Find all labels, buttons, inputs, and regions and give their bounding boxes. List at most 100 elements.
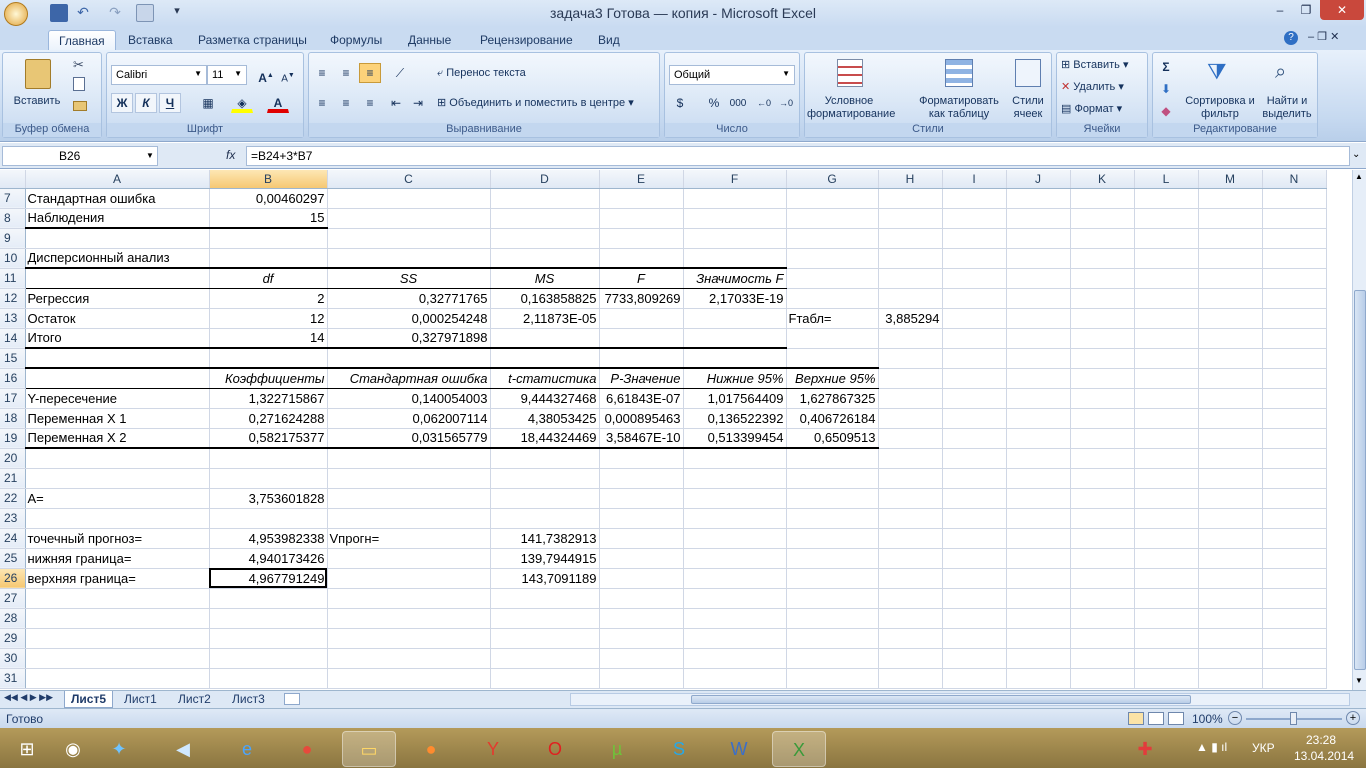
cell[interactable] bbox=[327, 248, 491, 269]
page-layout-view-icon[interactable] bbox=[1148, 712, 1164, 725]
format-cells-button[interactable]: ▤ Формат ▾ bbox=[1061, 103, 1122, 116]
sort-filter-button[interactable]: ⧩ Сортировка и фильтр bbox=[1185, 57, 1255, 123]
cell[interactable] bbox=[327, 668, 491, 689]
cell[interactable] bbox=[1134, 328, 1199, 349]
cell[interactable] bbox=[683, 528, 787, 549]
row-header[interactable]: 18 bbox=[0, 408, 26, 429]
cell[interactable] bbox=[327, 228, 491, 249]
cell[interactable] bbox=[1262, 188, 1327, 209]
cell[interactable] bbox=[683, 228, 787, 249]
function-wizard-icon[interactable]: fx bbox=[226, 148, 235, 162]
cell[interactable] bbox=[1198, 188, 1263, 209]
cell[interactable]: Стандартная ошибка bbox=[25, 188, 210, 209]
cell[interactable] bbox=[878, 628, 943, 649]
cell[interactable] bbox=[1006, 288, 1071, 309]
cell[interactable] bbox=[1262, 348, 1327, 369]
cell[interactable]: 2 bbox=[209, 288, 328, 309]
cell[interactable] bbox=[1198, 388, 1263, 409]
row-header[interactable]: 27 bbox=[0, 588, 26, 609]
cell[interactable]: 0,136522392 bbox=[683, 408, 787, 429]
row-header[interactable]: 13 bbox=[0, 308, 26, 329]
column-header[interactable]: A bbox=[25, 170, 210, 189]
cell[interactable] bbox=[1134, 548, 1199, 569]
clock-time[interactable]: 23:28 bbox=[1306, 733, 1336, 747]
cell[interactable] bbox=[1198, 488, 1263, 509]
cell[interactable] bbox=[1006, 668, 1071, 689]
cell[interactable] bbox=[942, 388, 1007, 409]
cell[interactable] bbox=[1070, 548, 1135, 569]
zoom-in-icon[interactable]: + bbox=[1346, 711, 1360, 725]
cell[interactable] bbox=[1262, 528, 1327, 549]
cell[interactable] bbox=[25, 348, 210, 369]
ribbon-minimize-icon[interactable]: ‒ ❐ ✕ bbox=[1308, 30, 1339, 43]
cell[interactable] bbox=[1134, 508, 1199, 529]
name-box[interactable]: B26 bbox=[2, 146, 158, 166]
delete-cells-button[interactable]: ✕ Удалить ▾ bbox=[1061, 81, 1124, 94]
firefox-icon[interactable]: ● bbox=[404, 731, 458, 767]
tab-page-layout[interactable]: Разметка страницы bbox=[188, 30, 317, 51]
cell[interactable] bbox=[786, 448, 879, 469]
cell[interactable]: df bbox=[209, 267, 328, 289]
cell[interactable]: 0,062007114 bbox=[327, 408, 491, 429]
cell[interactable]: 9,444327468 bbox=[490, 388, 600, 409]
column-header[interactable]: I bbox=[942, 170, 1007, 189]
cell[interactable] bbox=[1006, 228, 1071, 249]
cell[interactable] bbox=[599, 628, 684, 649]
cell[interactable] bbox=[1134, 248, 1199, 269]
cell[interactable] bbox=[599, 248, 684, 269]
cell[interactable]: Vпрогн= bbox=[327, 528, 491, 549]
cell[interactable] bbox=[1070, 408, 1135, 429]
clear-icon[interactable]: ◆ bbox=[1155, 101, 1177, 121]
cell[interactable] bbox=[1006, 528, 1071, 549]
word-icon[interactable]: W bbox=[712, 731, 766, 767]
cell[interactable] bbox=[490, 488, 600, 509]
cell[interactable]: Коэффициенты bbox=[209, 367, 328, 389]
cell[interactable] bbox=[878, 248, 943, 269]
cell[interactable] bbox=[1134, 428, 1199, 449]
cell[interactable] bbox=[1070, 488, 1135, 509]
cell[interactable] bbox=[1070, 188, 1135, 209]
cell[interactable]: Переменная X 2 bbox=[25, 428, 210, 449]
vertical-scrollbar[interactable]: ▲ ▼ bbox=[1352, 170, 1366, 690]
cell[interactable] bbox=[1070, 248, 1135, 269]
cell[interactable] bbox=[878, 348, 943, 369]
cell[interactable] bbox=[327, 188, 491, 209]
cell[interactable] bbox=[786, 268, 879, 289]
cell[interactable] bbox=[786, 468, 879, 489]
cell[interactable] bbox=[1262, 488, 1327, 509]
cell[interactable] bbox=[786, 608, 879, 629]
fill-color-icon[interactable]: ◈ bbox=[231, 93, 253, 113]
row-header[interactable]: 9 bbox=[0, 228, 26, 249]
column-header[interactable]: F bbox=[683, 170, 787, 189]
cell[interactable] bbox=[209, 468, 328, 489]
row-header[interactable]: 24 bbox=[0, 528, 26, 549]
cell[interactable] bbox=[1198, 368, 1263, 389]
cell[interactable] bbox=[942, 588, 1007, 609]
clock-date[interactable]: 13.04.2014 bbox=[1294, 749, 1354, 763]
cell[interactable] bbox=[1006, 368, 1071, 389]
merge-center-button[interactable]: ⊞ Объединить и поместить в центре ▾ bbox=[437, 97, 634, 110]
column-header[interactable]: L bbox=[1134, 170, 1199, 189]
cell[interactable]: Регрессия bbox=[25, 288, 210, 309]
page-break-view-icon[interactable] bbox=[1168, 712, 1184, 725]
normal-view-icon[interactable] bbox=[1128, 712, 1144, 725]
cell[interactable] bbox=[878, 548, 943, 569]
zoom-level[interactable]: 100% bbox=[1192, 712, 1223, 726]
cell[interactable] bbox=[1070, 288, 1135, 309]
cell[interactable] bbox=[25, 588, 210, 609]
find-select-button[interactable]: ⌕ Найти и выделить bbox=[1257, 57, 1317, 123]
cell[interactable] bbox=[878, 328, 943, 349]
cell[interactable] bbox=[1134, 608, 1199, 629]
cell[interactable] bbox=[1198, 608, 1263, 629]
row-header[interactable]: 7 bbox=[0, 188, 26, 209]
cell[interactable] bbox=[490, 228, 600, 249]
cell[interactable] bbox=[25, 468, 210, 489]
cell[interactable] bbox=[1262, 408, 1327, 429]
column-header[interactable]: K bbox=[1070, 170, 1135, 189]
cell[interactable] bbox=[878, 228, 943, 249]
cell[interactable] bbox=[878, 288, 943, 309]
column-header[interactable]: G bbox=[786, 170, 879, 189]
cell[interactable] bbox=[1134, 648, 1199, 669]
chrome-icon[interactable]: ● bbox=[280, 731, 334, 767]
cell[interactable]: 14 bbox=[209, 328, 328, 349]
